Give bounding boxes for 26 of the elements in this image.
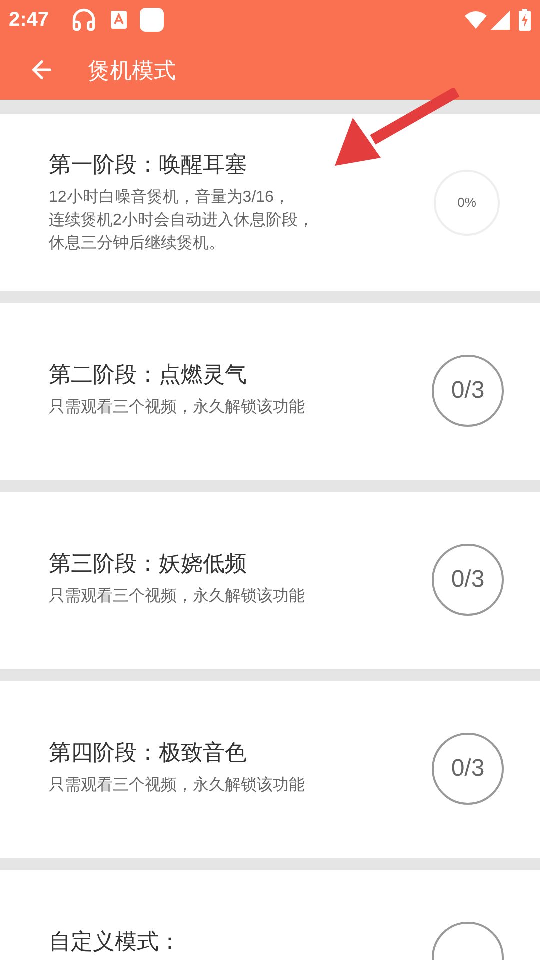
unlock-counter[interactable]: 0/3 <box>432 733 504 805</box>
wifi-icon <box>465 11 487 29</box>
stage-card[interactable]: 第一阶段：唤醒耳塞 12小时白噪音煲机，音量为3/16， 连续煲机2小时会自动进入休息阶段， 休息三分钟后继续煲机。 0% <box>0 114 540 291</box>
stage-description: 只需观看三个视频，永久解锁该功能 <box>49 776 306 796</box>
stage-title: 第一阶段：唤醒耳塞 <box>49 151 248 179</box>
unlock-counter[interactable]: 0/3 <box>432 355 504 427</box>
unlock-counter[interactable]: 0/3 <box>432 544 504 616</box>
stage-card[interactable]: 第三阶段：妖娆低频 只需观看三个视频，永久解锁该功能 0/3 <box>0 492 540 669</box>
toolbar-title: 煲机模式 <box>88 56 176 84</box>
stage-card[interactable]: 自定义模式： <box>0 870 540 960</box>
stage-description: 12小时白噪音煲机，音量为3/16， 连续煲机2小时会自动进入休息阶段， 休息三分钟后继续煲机。 <box>49 188 315 254</box>
stage-title: 自定义模式： <box>49 928 182 956</box>
status-time: 2:47 <box>9 8 50 33</box>
stage-description: 只需观看三个视频，永久解锁该功能 <box>49 586 306 607</box>
stage-title: 第三阶段：妖娆低频 <box>49 550 248 578</box>
stage-card[interactable]: 第四阶段：极致音色 只需观看三个视频，永久解锁该功能 0/3 <box>0 681 540 858</box>
stage-card[interactable]: 第二阶段：点燃灵气 只需观看三个视频，永久解锁该功能 0/3 <box>0 303 540 480</box>
stage-title: 第二阶段：点燃灵气 <box>49 361 248 389</box>
stage-description: 只需观看三个视频，永久解锁该功能 <box>49 398 306 418</box>
app-notification-icon <box>111 11 128 29</box>
signal-icon <box>491 10 510 30</box>
app-square-icon <box>140 8 164 32</box>
headphones-icon <box>71 7 98 33</box>
stage-title: 第四阶段：极致音色 <box>49 739 248 767</box>
battery-charging-icon <box>519 9 531 31</box>
progress-reading: 0% <box>458 194 476 210</box>
